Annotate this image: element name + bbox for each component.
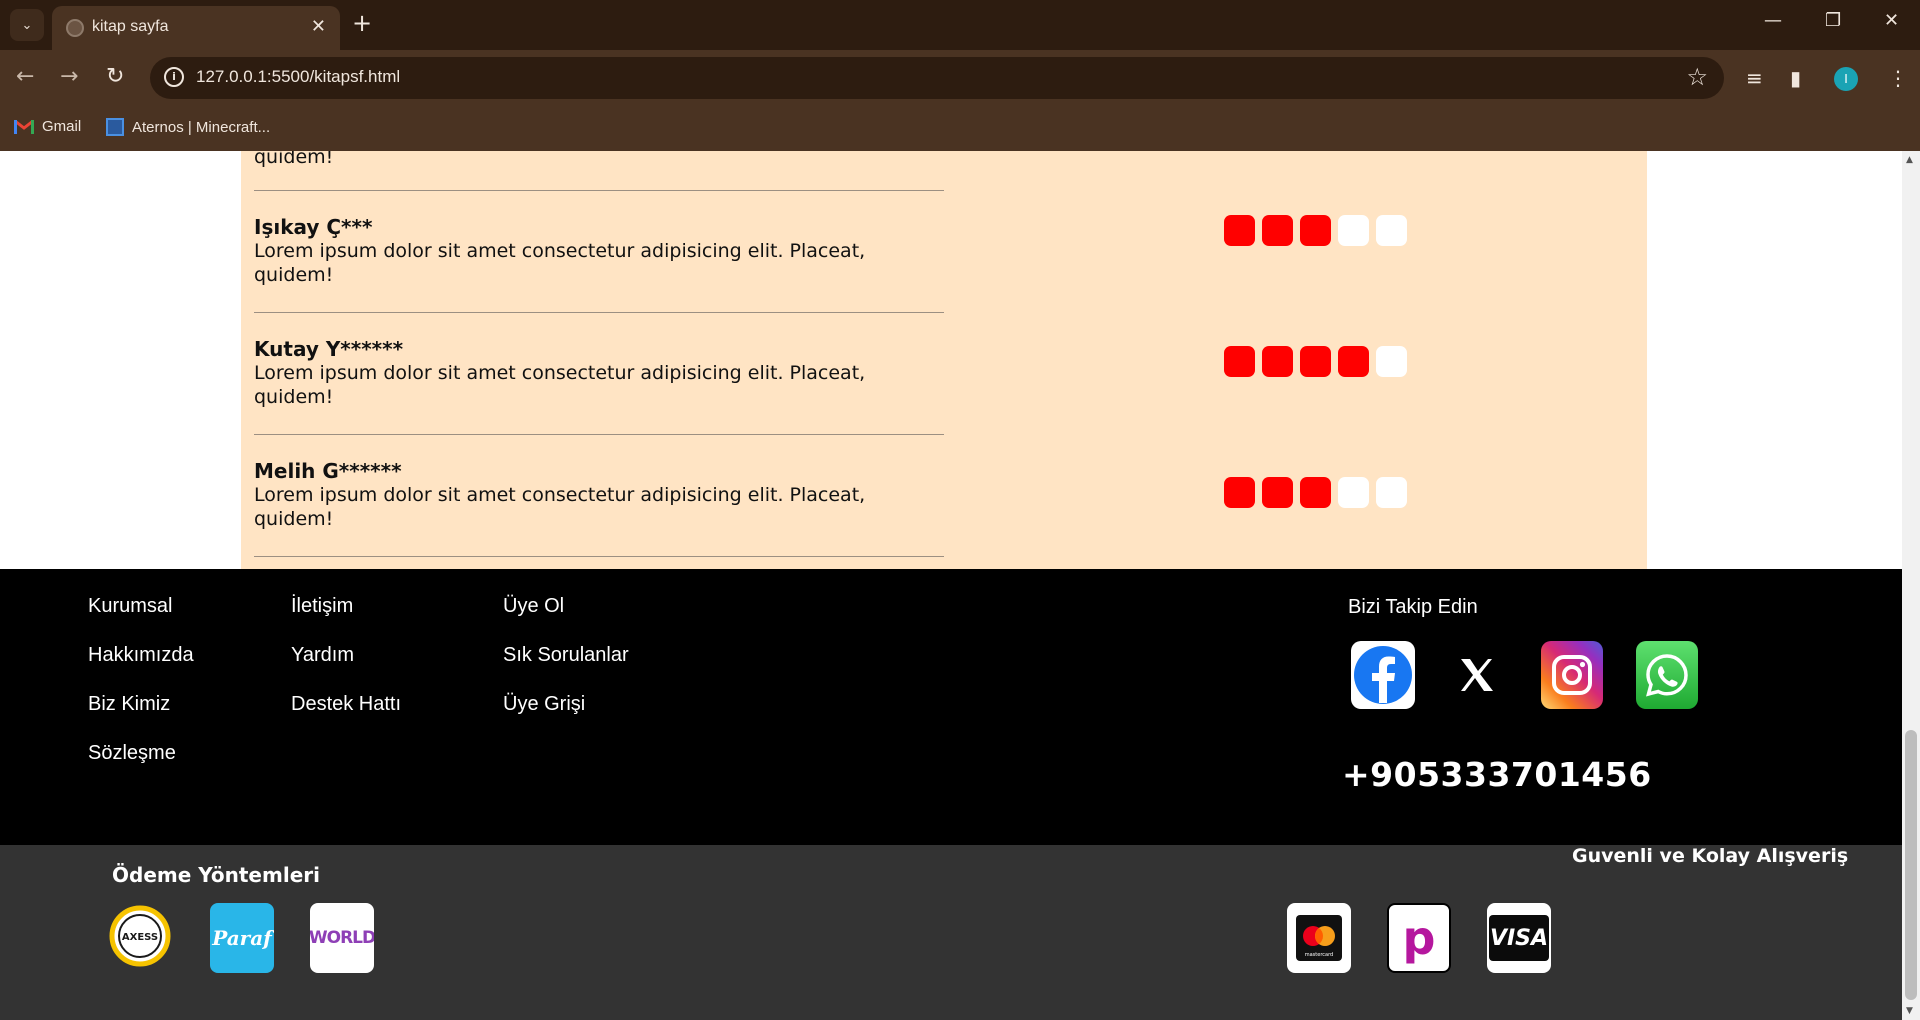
aternos-icon xyxy=(106,118,124,136)
instagram-icon[interactable] xyxy=(1541,641,1603,709)
review-item: Işıkay Ç*** Lorem ipsum dolor sit amet c… xyxy=(254,215,944,287)
secure-shopping-title: Guvenli ve Kolay Alışveriş xyxy=(1572,845,1849,867)
close-window-button[interactable]: ✕ xyxy=(1884,10,1899,31)
footer-link-sozlesme[interactable]: Sözleşme xyxy=(88,742,176,765)
star-empty xyxy=(1338,477,1369,508)
star-filled xyxy=(1224,215,1255,246)
footer-link-hakkimizda[interactable]: Hakkımızda xyxy=(88,644,194,667)
tab-title: kitap sayfa xyxy=(92,18,169,35)
star-empty xyxy=(1376,346,1407,377)
reading-list-icon[interactable]: ≡ xyxy=(1746,66,1763,90)
star-filled xyxy=(1224,346,1255,377)
review-divider xyxy=(254,190,944,191)
footer-link-destek-hatti[interactable]: Destek Hattı xyxy=(291,693,401,716)
page-viewport: quidem! Işıkay Ç*** Lorem ipsum dolor si… xyxy=(0,151,1902,1020)
bookmark-label: Aternos | Minecraft... xyxy=(132,118,271,136)
browser-tab[interactable]: kitap sayfa ✕ xyxy=(52,6,340,50)
side-panel-icon[interactable]: ▮ xyxy=(1790,66,1801,90)
globe-icon xyxy=(66,19,84,37)
world-logo: WORLD xyxy=(310,903,374,973)
browser-toolbar: ← → ↻ i 127.0.0.1:5500/kitapsf.html ☆ ≡ … xyxy=(0,50,1920,107)
gmail-icon xyxy=(14,119,34,134)
tab-search-button[interactable]: ⌄ xyxy=(10,9,44,41)
footer-link-biz-kimiz[interactable]: Biz Kimiz xyxy=(88,693,170,716)
facebook-icon[interactable] xyxy=(1351,641,1415,709)
menu-icon[interactable]: ⋮ xyxy=(1888,66,1908,90)
new-tab-button[interactable]: + xyxy=(352,9,372,37)
reviewer-name: Kutay Y****** xyxy=(254,337,404,361)
bookmark-label: Gmail xyxy=(42,118,82,135)
reviews-section: quidem! Işıkay Ç*** Lorem ipsum dolor si… xyxy=(241,151,1647,569)
review-partial-text: quidem! xyxy=(254,151,334,168)
footer-links-section: Kurumsal Hakkımızda Biz Kimiz Sözleşme İ… xyxy=(0,569,1902,845)
footer-link-yardim[interactable]: Yardım xyxy=(291,644,354,667)
star-empty xyxy=(1376,215,1407,246)
review-divider xyxy=(254,434,944,435)
bookmark-star-icon[interactable]: ☆ xyxy=(1686,63,1708,91)
reviewer-name: Işıkay Ç*** xyxy=(254,215,373,239)
scrollbar-thumb[interactable] xyxy=(1905,730,1917,1000)
profile-avatar[interactable]: I xyxy=(1834,67,1858,91)
star-filled xyxy=(1300,346,1331,377)
review-item: Melih G****** Lorem ipsum dolor sit amet… xyxy=(254,459,944,531)
footer-link-uye-girisi[interactable]: Üye Grişi xyxy=(503,693,585,716)
review-divider xyxy=(254,556,944,557)
follow-us-title: Bizi Takip Edin xyxy=(1348,596,1478,618)
star-filled xyxy=(1224,477,1255,508)
world-text: WORLD xyxy=(310,928,374,948)
review-text: Lorem ipsum dolor sit amet consectetur a… xyxy=(254,362,866,408)
star-filled xyxy=(1262,215,1293,246)
footer-link-sik-sorulanlar[interactable]: Sık Sorulanlar xyxy=(503,644,629,667)
star-empty xyxy=(1338,215,1369,246)
back-button[interactable]: ← xyxy=(16,64,34,89)
browser-tab-bar: ⌄ kitap sayfa ✕ + — ❐ ✕ xyxy=(0,0,1920,50)
papara-text: p xyxy=(1402,911,1436,965)
visa-text: VISA xyxy=(1489,925,1549,951)
forward-button[interactable]: → xyxy=(60,64,78,89)
paraf-text: Paraf xyxy=(212,926,272,950)
bookmark-gmail[interactable]: Gmail xyxy=(14,118,81,135)
review-divider xyxy=(254,312,944,313)
x-icon[interactable] xyxy=(1446,641,1508,709)
address-bar[interactable]: i 127.0.0.1:5500/kitapsf.html ☆ xyxy=(150,57,1724,99)
star-rating xyxy=(1224,346,1407,377)
mastercard-logo: mastercard xyxy=(1287,903,1351,973)
paraf-logo: Paraf xyxy=(210,903,274,973)
url-text: 127.0.0.1:5500/kitapsf.html xyxy=(196,67,401,86)
footer-link-iletisim[interactable]: İletişim xyxy=(291,595,353,618)
review-item: Kutay Y****** Lorem ipsum dolor sit amet… xyxy=(254,337,944,409)
bookmark-aternos[interactable]: Aternos | Minecraft... xyxy=(106,118,270,136)
papara-logo: p xyxy=(1387,903,1451,973)
footer-link-uye-ol[interactable]: Üye Ol xyxy=(503,595,564,618)
minimize-button[interactable]: — xyxy=(1764,10,1782,31)
reload-button[interactable]: ↻ xyxy=(106,64,124,89)
star-filled xyxy=(1262,346,1293,377)
payment-methods-title: Ödeme Yöntemleri xyxy=(112,863,320,887)
star-filled xyxy=(1300,477,1331,508)
footer-link-kurumsal[interactable]: Kurumsal xyxy=(88,595,172,618)
scroll-up-icon[interactable]: ▲ xyxy=(1906,155,1913,165)
reviewer-name: Melih G****** xyxy=(254,459,402,483)
star-rating xyxy=(1224,477,1407,508)
bookmarks-bar: Gmail Aternos | Minecraft... xyxy=(0,107,1920,151)
review-text: Lorem ipsum dolor sit amet consectetur a… xyxy=(254,240,866,286)
mastercard-text: mastercard xyxy=(1305,952,1333,958)
scroll-down-icon[interactable]: ▼ xyxy=(1906,1006,1913,1016)
star-rating xyxy=(1224,215,1407,246)
review-text: Lorem ipsum dolor sit amet consectetur a… xyxy=(254,484,866,530)
axess-text: AXESS xyxy=(122,932,158,943)
star-filled xyxy=(1300,215,1331,246)
star-empty xyxy=(1376,477,1407,508)
star-filled xyxy=(1262,477,1293,508)
close-tab-icon[interactable]: ✕ xyxy=(311,16,326,37)
site-info-icon[interactable]: i xyxy=(164,67,184,87)
restore-button[interactable]: ❐ xyxy=(1825,10,1841,31)
whatsapp-icon[interactable] xyxy=(1636,641,1698,709)
page-scrollbar[interactable]: ▲ ▼ xyxy=(1902,151,1920,1020)
payment-section: Ödeme Yöntemleri Guvenli ve Kolay Alışve… xyxy=(0,845,1902,1020)
axess-logo: AXESS xyxy=(108,901,172,971)
visa-logo: VISA xyxy=(1487,903,1551,973)
phone-number: +905333701456 xyxy=(1342,755,1652,794)
star-filled xyxy=(1338,346,1369,377)
